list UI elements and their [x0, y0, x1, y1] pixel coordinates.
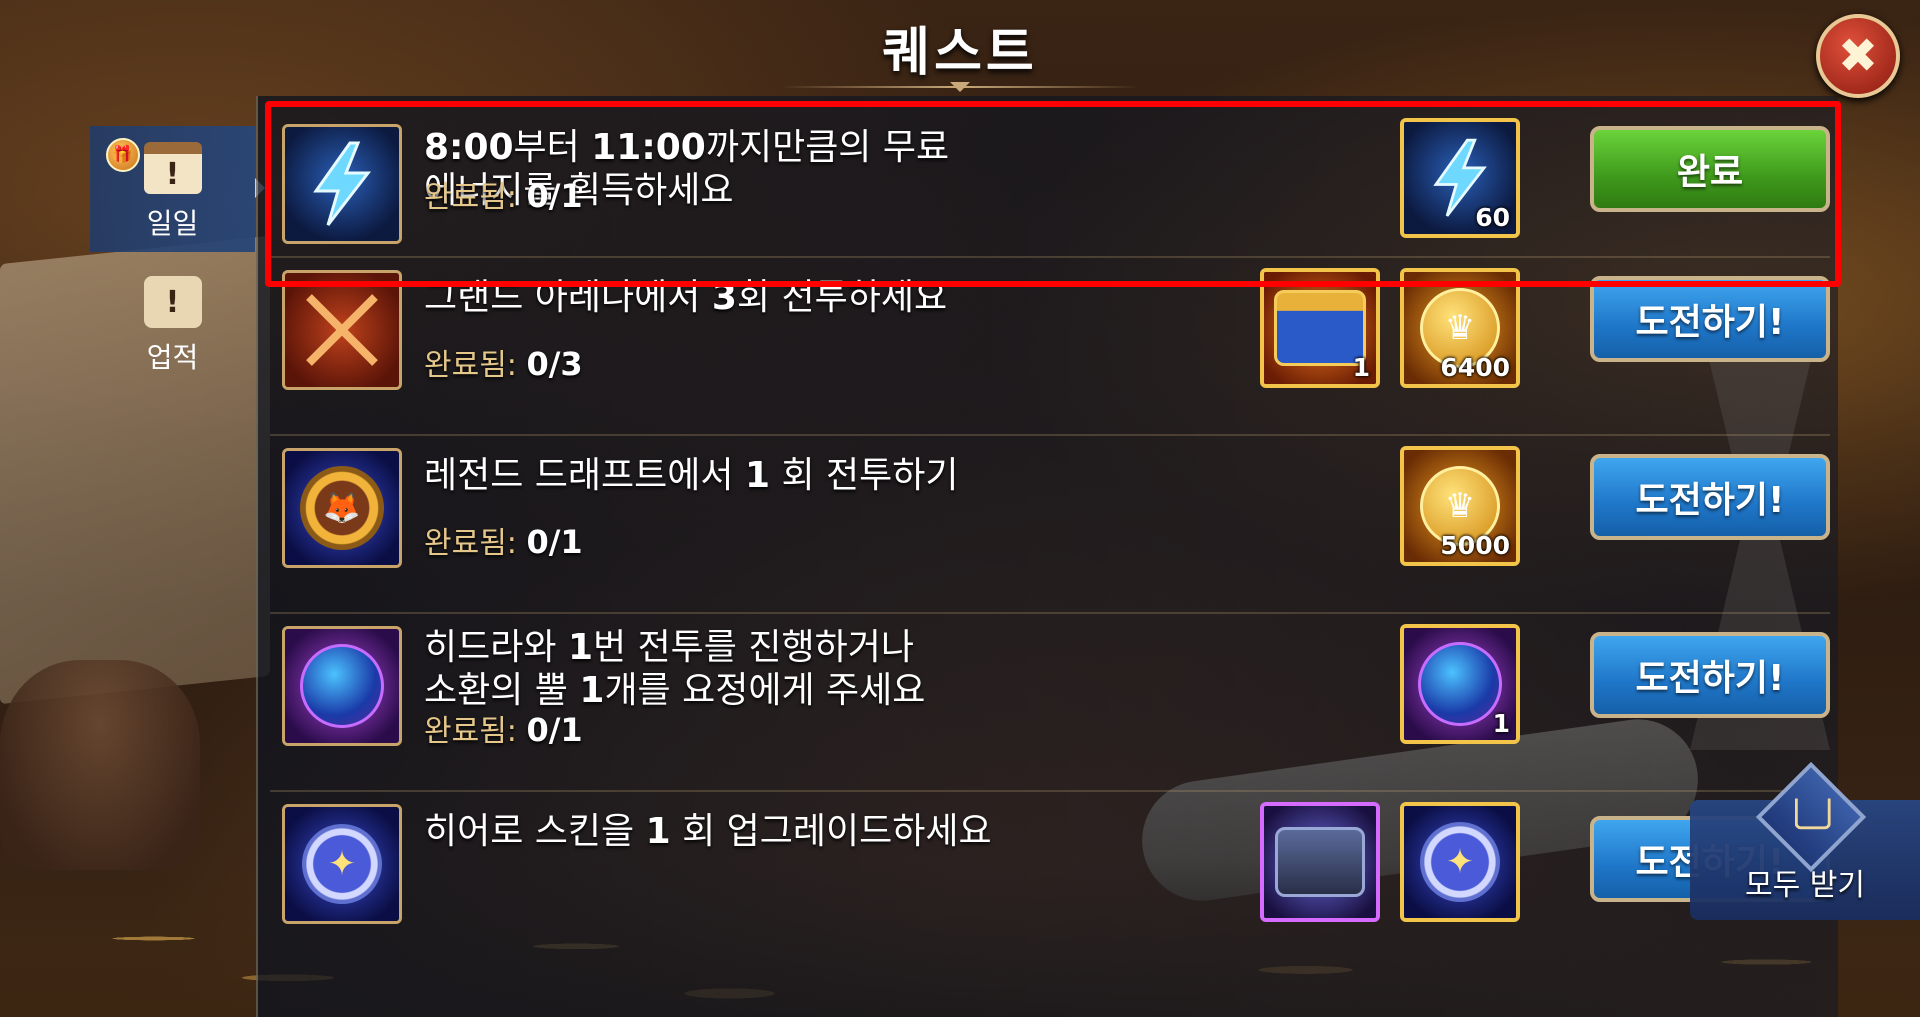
reward-count: 1: [1352, 353, 1370, 382]
calendar-icon: ! 🎁: [105, 138, 202, 194]
challenge-button[interactable]: 도전하기!: [1590, 632, 1830, 718]
quest-row: 8:00부터 11:00까지만큼의 무료 에너지를 획득하세요 완료됨: 0/1…: [270, 96, 1830, 258]
quest-progress: 완료됨: 0/1: [424, 177, 583, 215]
page-title: 퀘스트: [882, 23, 1038, 83]
crossed-swords-icon: [282, 270, 402, 390]
reward-item[interactable]: ✦: [1400, 802, 1520, 922]
tab-daily-label: 일일: [146, 207, 199, 240]
title-divider-notch: [950, 82, 970, 92]
reward-item[interactable]: 60: [1400, 118, 1520, 238]
tab-daily[interactable]: ! 🎁 일일: [90, 126, 265, 252]
gift-icon: 🎁: [105, 138, 140, 172]
tab-achievements[interactable]: ! 업적: [90, 260, 255, 386]
close-button[interactable]: ✖: [1816, 14, 1900, 98]
reward-item[interactable]: [1260, 802, 1380, 922]
quest-progress: 완료됨: 0/3: [424, 345, 583, 383]
reward-item[interactable]: ♛ 6400: [1400, 268, 1520, 388]
quest-row: 히드라와 1번 전투를 진행하거나 소환의 뿔 1개를 요정에게 주세요 완료됨…: [270, 624, 1830, 792]
close-icon: ✖: [1837, 28, 1879, 84]
fox-medal-icon: 🦊: [282, 448, 402, 568]
reward-count: 6400: [1440, 353, 1510, 382]
quest-row: 🦊 레전드 드래프트에서 1 회 전투하기 완료됨: 0/1 ♛ 5000 도전…: [270, 446, 1830, 614]
quest-title: 레전드 드래프트에서 1 회 전투하기: [424, 455, 959, 496]
scroll-icon: !: [143, 276, 202, 328]
challenge-button[interactable]: 도전하기!: [1590, 276, 1830, 362]
quest-title: 그랜드 아레나에서 3회 전투하세요: [424, 277, 948, 318]
reward-count: 5000: [1440, 531, 1510, 560]
quest-row: 그랜드 아레나에서 3회 전투하세요 완료됨: 0/3 1 ♛ 6400 도전하…: [270, 268, 1830, 436]
quest-progress: 완료됨: 0/1: [424, 711, 583, 749]
skin-box-icon: [1264, 806, 1376, 918]
reward-item[interactable]: ♛ 5000: [1400, 446, 1520, 566]
summoning-orb-icon: [282, 626, 402, 746]
quest-progress: 완료됨: 0/1: [424, 523, 583, 561]
skin-stone-icon: ✦: [282, 804, 402, 924]
quest-title: 히드라와 1번 전투를 진행하거나 소환의 뿔 1개를 요정에게 주세요: [424, 627, 926, 711]
reward-item[interactable]: 1: [1400, 624, 1520, 744]
quest-row: ✦ 히어로 스킨을 1 회 업그레이드하세요 ✦ 도전하기!: [270, 802, 1830, 968]
challenge-button[interactable]: 도전하기!: [1590, 454, 1830, 540]
reward-count: 1: [1492, 709, 1510, 738]
tab-achievements-label: 업적: [146, 341, 199, 374]
quest-list: 8:00부터 11:00까지만큼의 무료 에너지를 획득하세요 완료됨: 0/1…: [256, 96, 1838, 1017]
reward-item[interactable]: 1: [1260, 268, 1380, 388]
complete-button[interactable]: 완료: [1590, 126, 1830, 212]
reward-count: 60: [1475, 203, 1510, 232]
energy-bolt-icon: [282, 124, 402, 244]
sidebar: ! 🎁 일일 ! 업적: [90, 126, 265, 926]
collect-all-button[interactable]: 모두 받기: [1690, 761, 1920, 920]
quest-title: 히어로 스킨을 1 회 업그레이드하세요: [424, 811, 992, 852]
skin-stone-icon: ✦: [1404, 806, 1516, 918]
